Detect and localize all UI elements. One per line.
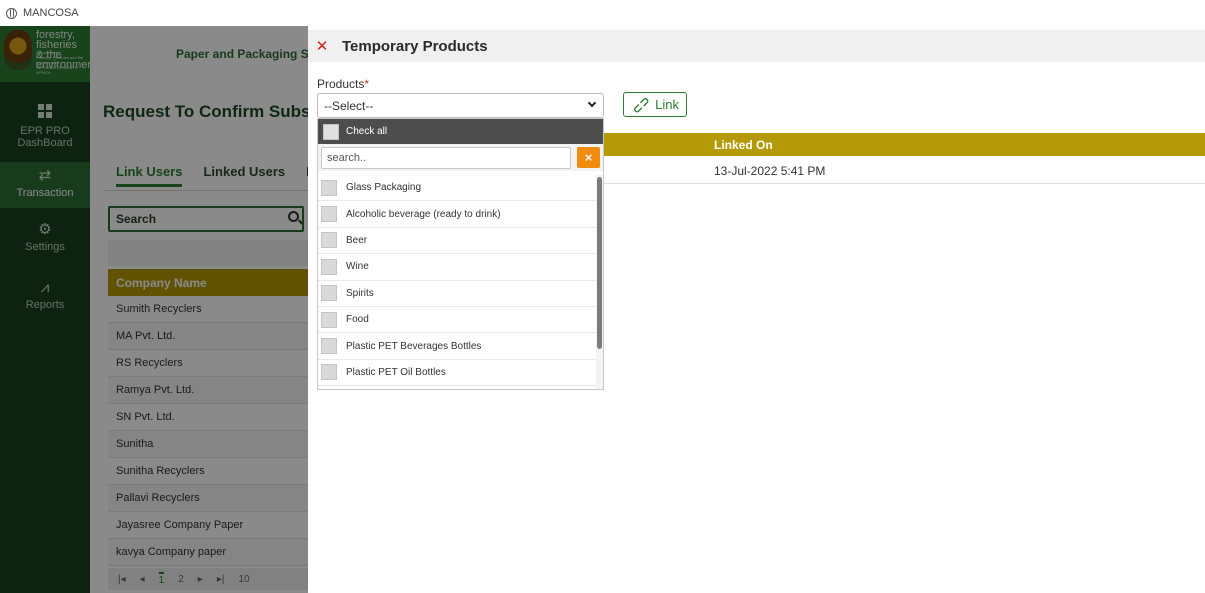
temporary-products-panel: ✕ Temporary Products Products* --Select-… xyxy=(308,26,1205,593)
product-option[interactable]: Beer xyxy=(318,228,598,255)
modal-backdrop[interactable] xyxy=(0,26,308,593)
checkbox[interactable] xyxy=(321,258,337,275)
checkbox[interactable] xyxy=(321,285,337,302)
linked-on-value: 13-Jul-2022 5:41 PM xyxy=(714,164,826,178)
checkbox[interactable] xyxy=(321,179,337,196)
product-option[interactable]: Glass Packaging xyxy=(318,175,598,202)
checkbox[interactable] xyxy=(321,232,337,249)
dropdown-search-bar: × xyxy=(318,144,603,171)
checkbox[interactable] xyxy=(323,123,339,140)
product-option[interactable]: Food xyxy=(318,307,598,334)
chevron-down-icon xyxy=(587,98,597,108)
link-icon: ⊂⊃ xyxy=(629,92,654,117)
panel-header: ✕ Temporary Products xyxy=(308,30,1205,62)
panel-title: Temporary Products xyxy=(342,37,488,55)
product-option[interactable]: Alcoholic beverage (ready to drink) xyxy=(318,201,598,228)
checkbox[interactable] xyxy=(321,338,337,355)
products-label: Products* xyxy=(317,77,370,91)
checkbox[interactable] xyxy=(321,364,337,381)
checkbox[interactable] xyxy=(321,206,337,223)
required-mark: * xyxy=(364,77,370,91)
check-all-option[interactable]: Check all xyxy=(318,119,603,144)
close-icon[interactable]: ✕ xyxy=(314,37,330,55)
window-title-bar: MANCOSA xyxy=(0,0,1205,26)
product-option[interactable]: Wine xyxy=(318,254,598,281)
globe-icon xyxy=(6,7,17,19)
window-title: MANCOSA xyxy=(23,7,79,19)
link-button[interactable]: ⊂⊃ Link xyxy=(623,92,687,117)
scrollbar-thumb[interactable] xyxy=(597,177,602,349)
product-option[interactable]: Plastic PET Oil Bottles xyxy=(318,360,598,387)
table-row[interactable]: 13-Jul-2022 5:41 PM xyxy=(604,157,1205,184)
product-options-list: Glass Packaging Alcoholic beverage (read… xyxy=(318,175,598,387)
product-option[interactable]: Spirits xyxy=(318,281,598,307)
checkbox[interactable] xyxy=(321,311,337,328)
column-header-linked-on[interactable]: Linked On xyxy=(714,138,773,152)
product-option[interactable]: Plastic PET Beverages Bottles xyxy=(318,333,598,360)
select-value: --Select-- xyxy=(324,99,374,113)
dropdown-scrollbar[interactable] xyxy=(596,175,603,389)
products-select[interactable]: --Select-- xyxy=(317,93,604,118)
check-all-label: Check all xyxy=(346,126,388,137)
dropdown-search-input[interactable] xyxy=(321,146,571,169)
products-dropdown: Check all × Glass Packaging Alcoholic be… xyxy=(317,118,604,390)
linked-table-header: Linked On xyxy=(604,133,1205,156)
clear-search-button[interactable]: × xyxy=(577,147,600,168)
link-button-label: Link xyxy=(655,97,679,112)
